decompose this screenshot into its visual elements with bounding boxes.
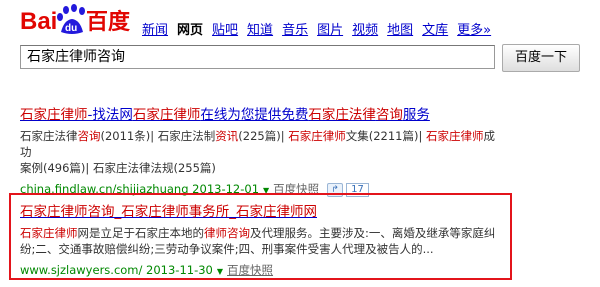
result-abstract: 石家庄法律咨询(2011条)| 石家庄法制资讯(225篇)| 石家庄律师文集(2… <box>20 129 496 175</box>
title-highlight: 石家庄律师 <box>132 107 201 123</box>
result-url: www.sjzlawyers.com/ 2013-11-30 <box>20 263 213 277</box>
nav-zhidao[interactable]: 知道 <box>247 23 273 38</box>
nav-map[interactable]: 地图 <box>387 23 413 38</box>
search-result: 石家庄律师-找法网石家庄律师在线为您提供免费石家庄法律咨询服务 石家庄法律咨询(… <box>20 107 500 199</box>
nav-news[interactable]: 新闻 <box>142 23 168 38</box>
search-button[interactable]: 百度一下 <box>502 44 580 72</box>
title-highlight: 石家庄律师 <box>20 107 88 123</box>
dropdown-arrow-icon[interactable]: ▼ <box>217 267 223 276</box>
title-text: -找法网 <box>87 107 133 123</box>
baidu-logo[interactable]: Bai du 百度 <box>20 2 138 38</box>
logo-text-chinese: 百度 <box>86 9 131 35</box>
result-title-link[interactable]: 石家庄律师咨询_石家庄律师事务所_石家庄律师网 <box>20 204 500 221</box>
result-title-link[interactable]: 石家庄律师-找法网石家庄律师在线为您提供免费石家庄法律咨询服务 <box>20 107 500 124</box>
result-abstract: 石家庄律师网是立足于石家庄本地的律师咨询及代理服务。主要涉及:一、离婚及继承等家… <box>20 226 496 256</box>
title-highlight: 石家庄法律 <box>308 107 376 123</box>
nav-web: 网页 <box>177 23 204 38</box>
search-result: 石家庄律师咨询_石家庄律师事务所_石家庄律师网 石家庄律师网是立足于石家庄本地的… <box>20 204 500 280</box>
logo-text-bai: Bai <box>20 8 57 35</box>
nav-music[interactable]: 音乐 <box>282 23 308 38</box>
logo-text-du: du <box>65 23 77 34</box>
nav-more[interactable]: 更多» <box>457 23 491 38</box>
snapshot-link[interactable]: 百度快照 <box>227 263 273 277</box>
title-highlight: 石家庄律师咨询_石家庄律师事务所_石家庄律师网 <box>20 204 317 220</box>
nav-wenku[interactable]: 文库 <box>422 23 448 38</box>
nav-images[interactable]: 图片 <box>317 23 343 38</box>
paw-icon: du <box>57 4 85 34</box>
nav-video[interactable]: 视频 <box>352 23 378 38</box>
nav-tieba[interactable]: 贴吧 <box>212 23 238 38</box>
title-text: 服务 <box>402 107 430 123</box>
title-highlight: 咨询 <box>375 107 403 123</box>
search-input[interactable]: 石家庄律师咨询 <box>20 45 495 69</box>
top-nav: 新闻 网页 贴吧 知道 音乐 图片 视频 地图 文库 更多» <box>142 19 500 38</box>
result-meta: www.sjzlawyers.com/ 2013-11-30 ▼ 百度快照 <box>20 262 500 280</box>
title-text: 在线为您提供免费 <box>200 107 309 123</box>
